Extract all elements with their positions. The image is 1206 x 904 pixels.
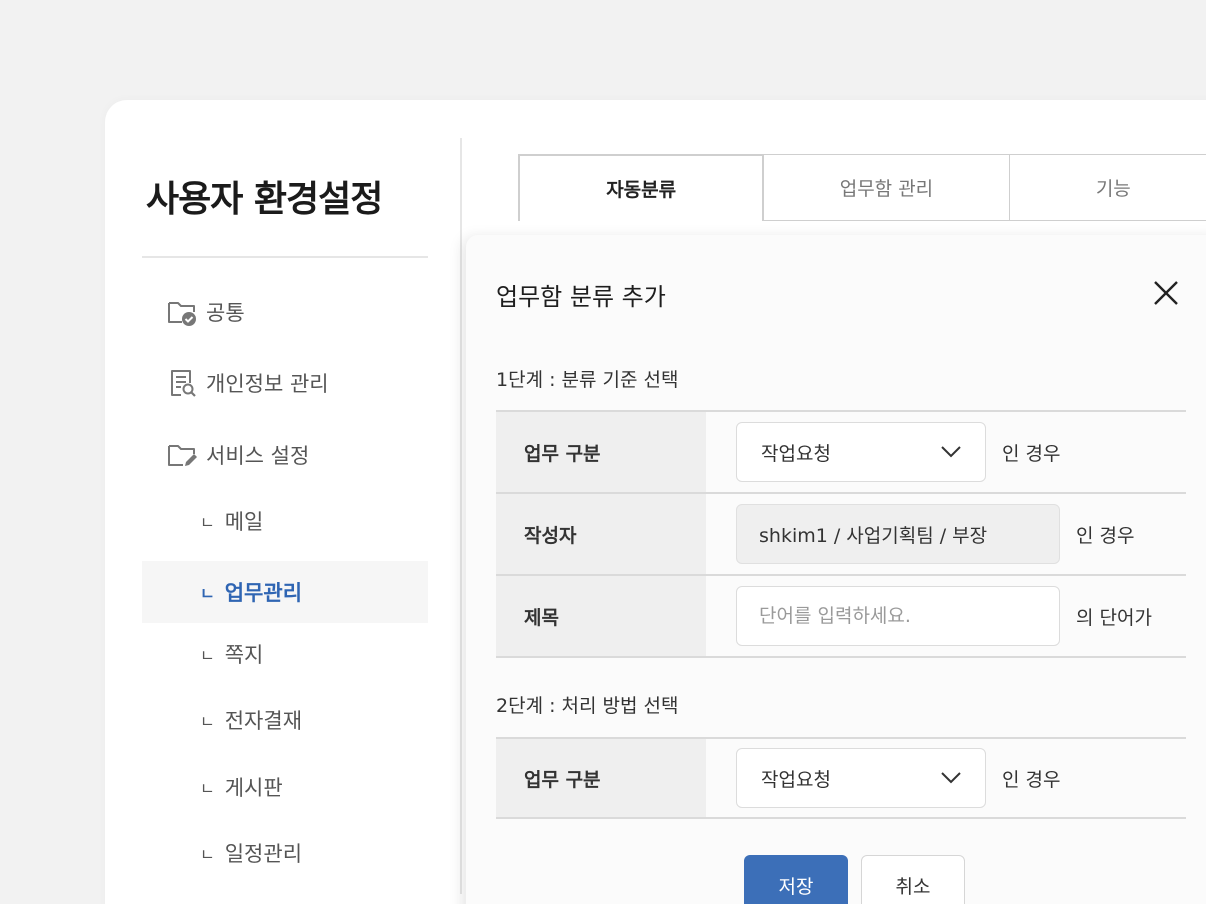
select-value: 작업요청 <box>761 442 831 465</box>
step1-table: 업무 구분 작업요청 인 경우 작성자 shkim1 / 사업기획팀 / 부장 … <box>496 410 1186 658</box>
sidebar-item-service-settings[interactable]: 서비스 설정 <box>142 424 428 486</box>
sidebar-subitem-board[interactable]: ㄴ 게시판 <box>142 756 428 818</box>
sidebar-item-label: 서비스 설정 <box>206 444 310 468</box>
row-value: 작업요청 인 경우 <box>706 739 1186 817</box>
sub-bullet: ㄴ <box>200 712 215 731</box>
process-type-select[interactable]: 작업요청 <box>736 748 986 808</box>
sidebar-subitem-label: 메일 <box>224 510 264 534</box>
author-field: shkim1 / 사업기획팀 / 부장 <box>736 504 1060 564</box>
step1-label: 1단계 : 분류 기준 선택 <box>496 369 679 391</box>
sidebar-subitem-label: 쪽지 <box>224 643 264 667</box>
sidebar-subitem-task-management[interactable]: ㄴ 업무관리 <box>142 561 428 623</box>
table-row: 업무 구분 작업요청 인 경우 <box>496 739 1186 819</box>
sidebar-subitem-label: 일정관리 <box>224 842 303 866</box>
table-row: 제목 의 단어가 <box>496 576 1186 658</box>
step2-label: 2단계 : 처리 방법 선택 <box>496 695 679 717</box>
sidebar-subitem-memo[interactable]: ㄴ 쪽지 <box>142 623 428 685</box>
condition-suffix: 인 경우 <box>1002 768 1061 791</box>
close-icon[interactable] <box>1152 279 1180 307</box>
sidebar-item-label: 개인정보 관리 <box>206 372 329 396</box>
folder-check-icon <box>166 296 198 328</box>
tab-task-box-management[interactable]: 업무함 관리 <box>763 154 1010 221</box>
table-row: 작성자 shkim1 / 사업기획팀 / 부장 인 경우 <box>496 494 1186 576</box>
sub-bullet: ㄴ <box>200 646 215 665</box>
sub-bullet: ㄴ <box>200 513 215 532</box>
sidebar-subitem-schedule[interactable]: ㄴ 일정관리 <box>142 822 428 884</box>
title-divider <box>142 256 428 258</box>
title-keyword-input[interactable] <box>736 586 1060 646</box>
save-button[interactable]: 저장 <box>744 855 848 904</box>
condition-suffix: 인 경우 <box>1076 524 1135 547</box>
step2-table: 업무 구분 작업요청 인 경우 <box>496 737 1186 819</box>
sidebar-subitem-mail[interactable]: ㄴ 메일 <box>142 490 428 552</box>
condition-suffix: 인 경우 <box>1002 442 1061 465</box>
page-title: 사용자 환경설정 <box>146 179 383 220</box>
row-label: 제목 <box>496 576 706 656</box>
sidebar-subitem-approval[interactable]: ㄴ 전자결재 <box>142 689 428 751</box>
row-value: 의 단어가 <box>706 576 1186 656</box>
sidebar-item-label: 공통 <box>206 301 245 325</box>
tab-auto-classify[interactable]: 자동분류 <box>518 154 765 221</box>
row-label: 업무 구분 <box>496 739 706 817</box>
sidebar-item-personal-info[interactable]: 개인정보 관리 <box>142 352 428 414</box>
row-value: 작업요청 인 경우 <box>706 412 1186 492</box>
sub-bullet: ㄴ <box>200 845 215 864</box>
dialog-title: 업무함 분류 추가 <box>496 283 666 311</box>
row-label: 작성자 <box>496 494 706 574</box>
folder-edit-icon <box>166 439 198 471</box>
tab-features[interactable]: 기능 <box>1008 154 1206 221</box>
sidebar-subitem-label: 게시판 <box>224 776 283 800</box>
add-classification-dialog: 업무함 분류 추가 1단계 : 분류 기준 선택 업무 구분 작업요청 인 경우… <box>466 235 1206 904</box>
chevron-down-icon <box>941 767 961 789</box>
sub-bullet: ㄴ <box>200 584 215 603</box>
table-row: 업무 구분 작업요청 인 경우 <box>496 412 1186 494</box>
document-search-icon <box>166 367 198 399</box>
row-label: 업무 구분 <box>496 412 706 492</box>
select-value: 작업요청 <box>761 768 831 791</box>
sidebar-item-common[interactable]: 공통 <box>142 281 428 343</box>
vertical-divider <box>460 138 462 894</box>
sub-bullet: ㄴ <box>200 779 215 798</box>
sidebar-subitem-label: 업무관리 <box>224 581 303 605</box>
cancel-button[interactable]: 취소 <box>861 855 965 904</box>
tab-bar: 자동분류 업무함 관리 기능 <box>518 154 1206 221</box>
sidebar-subitem-label: 전자결재 <box>224 709 303 733</box>
condition-suffix: 의 단어가 <box>1076 606 1152 629</box>
chevron-down-icon <box>941 441 961 463</box>
task-type-select[interactable]: 작업요청 <box>736 422 986 482</box>
row-value: shkim1 / 사업기획팀 / 부장 인 경우 <box>706 494 1186 574</box>
